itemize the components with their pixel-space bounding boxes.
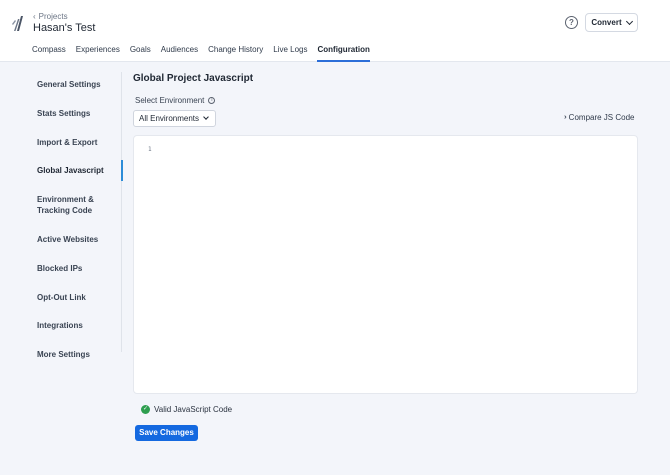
sidebar-item-environment-tracking-code[interactable]: Environment & Tracking Code: [37, 194, 94, 216]
project-name: Hasan's Test: [33, 22, 96, 34]
help-circle-icon[interactable]: ?: [565, 16, 578, 29]
sidebar-item-general-settings[interactable]: General Settings: [37, 79, 101, 90]
validation-status: ✓ Valid JavaScript Code: [141, 405, 232, 414]
account-dropdown-button[interactable]: Convert: [585, 13, 638, 32]
sidebar-item-opt-out-link[interactable]: Opt-Out Link: [37, 292, 86, 303]
compare-js-code-link[interactable]: ›› Compare JS Code: [564, 113, 634, 122]
back-to-projects-link[interactable]: ‹ Projects: [33, 12, 68, 21]
chevron-left-icon: ‹: [33, 11, 36, 21]
line-number: 1: [148, 146, 152, 153]
chevron-down-icon: [203, 114, 209, 120]
tab-compass[interactable]: Compass: [32, 44, 66, 62]
app-logo-icon[interactable]: [10, 14, 26, 32]
sidebar-divider: [121, 72, 122, 352]
tab-live-logs[interactable]: Live Logs: [273, 44, 307, 62]
page-title: Global Project Javascript: [133, 73, 254, 84]
sidebar-active-indicator: [121, 160, 123, 181]
save-changes-button[interactable]: Save Changes: [135, 425, 198, 441]
environment-select-value: All Environments: [139, 114, 200, 123]
account-label: Convert: [591, 18, 622, 27]
sidebar-item-integrations[interactable]: Integrations: [37, 320, 83, 331]
tab-goals[interactable]: Goals: [130, 44, 151, 62]
environment-label: Select Environment i: [135, 96, 216, 105]
code-editor[interactable]: 1: [133, 135, 638, 394]
settings-sidebar: General Settings Stats Settings Import &…: [0, 62, 123, 475]
sidebar-item-stats-settings[interactable]: Stats Settings: [37, 108, 90, 119]
compare-link-label: Compare JS Code: [568, 113, 635, 122]
sidebar-item-label: Environment &: [37, 195, 94, 204]
sidebar-item-active-websites[interactable]: Active Websites: [37, 234, 98, 245]
back-link-label: Projects: [38, 12, 68, 21]
sidebar-item-label-line2: Tracking Code: [37, 206, 93, 215]
sidebar-item-global-javascript[interactable]: Global Javascript: [37, 165, 104, 176]
sidebar-item-blocked-ips[interactable]: Blocked IPs: [37, 263, 82, 274]
check-circle-icon: ✓: [141, 405, 150, 414]
tab-experiences[interactable]: Experiences: [76, 44, 120, 62]
top-header: ‹ Projects Hasan's Test ? Convert Compas…: [0, 0, 670, 62]
tab-audiences[interactable]: Audiences: [161, 44, 198, 62]
environment-select[interactable]: All Environments: [133, 110, 216, 127]
tab-change-history[interactable]: Change History: [208, 44, 263, 62]
info-icon[interactable]: i: [208, 97, 216, 104]
environment-label-text: Select Environment: [135, 96, 205, 105]
compare-arrows-icon: ››: [564, 114, 566, 121]
tab-configuration[interactable]: Configuration: [317, 44, 370, 62]
project-tabs: Compass Experiences Goals Audiences Chan…: [32, 44, 380, 62]
chevron-down-icon: [625, 17, 633, 25]
sidebar-item-more-settings[interactable]: More Settings: [37, 349, 90, 360]
sidebar-item-import-export[interactable]: Import & Export: [37, 137, 97, 148]
validation-text: Valid JavaScript Code: [154, 405, 233, 414]
